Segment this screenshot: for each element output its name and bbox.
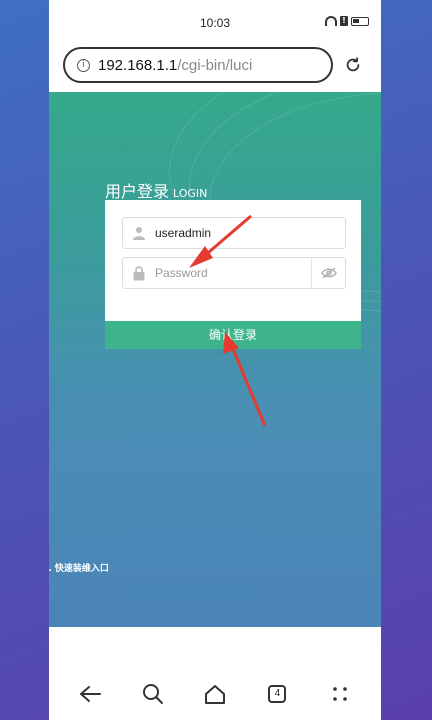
tabs-count: 4 bbox=[268, 685, 287, 703]
status-icons: ! bbox=[325, 16, 369, 26]
url-path: /cgi-bin/luci bbox=[177, 56, 253, 74]
info-icon[interactable]: i bbox=[77, 58, 90, 72]
battery-icon bbox=[351, 16, 369, 26]
login-title: 用户登录 LOGIN bbox=[105, 178, 207, 202]
username-input[interactable] bbox=[155, 218, 345, 248]
login-card bbox=[105, 200, 361, 321]
login-title-cn: 用户登录 bbox=[105, 182, 170, 201]
alert-icon: ! bbox=[340, 16, 348, 26]
username-field[interactable] bbox=[122, 217, 346, 249]
phone-screen: 10:03 ! i 192.168.1.1/cgi-bin/luci 用户登录 L… bbox=[49, 0, 381, 720]
lock-icon bbox=[123, 258, 155, 288]
wifi-icon bbox=[325, 16, 337, 26]
address-bar[interactable]: i 192.168.1.1/cgi-bin/luci bbox=[63, 47, 333, 83]
login-submit-button[interactable]: 确认登录 bbox=[105, 321, 361, 349]
browser-navbar: 4 bbox=[49, 668, 381, 720]
back-icon[interactable] bbox=[73, 677, 107, 711]
search-icon[interactable] bbox=[136, 677, 170, 711]
eye-slash-icon[interactable] bbox=[311, 258, 345, 288]
tabs-button[interactable]: 4 bbox=[260, 677, 294, 711]
home-icon[interactable] bbox=[198, 677, 232, 711]
web-content: 用户登录 LOGIN useradmin 确认登录 I. 快速装维入口 bbox=[49, 92, 381, 627]
password-field[interactable] bbox=[122, 257, 346, 289]
user-icon bbox=[123, 218, 155, 248]
login-title-en: LOGIN bbox=[173, 187, 208, 200]
reload-icon[interactable] bbox=[344, 56, 362, 74]
more-icon[interactable] bbox=[323, 677, 357, 711]
status-bar: 10:03 ! bbox=[49, 0, 381, 44]
quick-maintenance-link[interactable]: I. 快速装维入口 bbox=[49, 561, 109, 574]
password-input[interactable] bbox=[155, 258, 311, 288]
url-host: 192.168.1.1 bbox=[98, 56, 178, 74]
